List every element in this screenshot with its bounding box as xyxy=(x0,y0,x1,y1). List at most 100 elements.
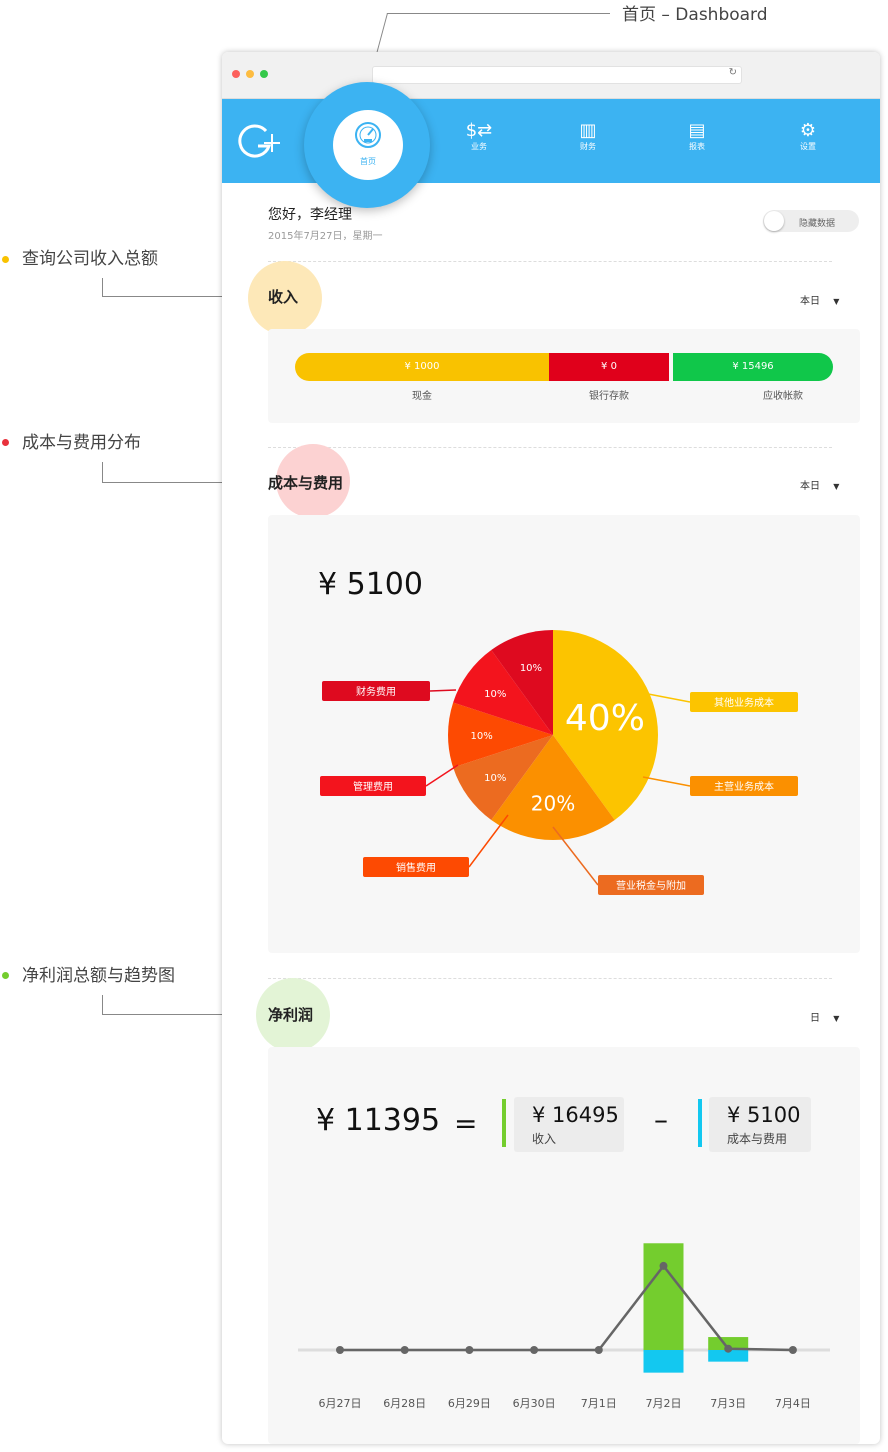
nav-finance-label: 财务 xyxy=(580,142,596,151)
pie-leader-line xyxy=(429,689,457,692)
browser-window: ↻ $⇄ 业务 ▥ 财务 ▤ 报表 ⚙ 设置 首页 您好，李经理 2015年7月… xyxy=(222,52,880,1444)
profit-title: 净利润 xyxy=(268,1006,314,1024)
x-tick-label: 6月27日 xyxy=(319,1397,362,1410)
nav-settings[interactable]: ⚙ 设置 xyxy=(788,121,828,152)
toggle-knob xyxy=(764,211,784,231)
pie-slice-percent: 40% xyxy=(565,698,645,739)
close-window-icon[interactable] xyxy=(232,70,240,78)
x-tick-label: 7月1日 xyxy=(581,1397,617,1410)
titlebar: ↻ xyxy=(222,52,880,99)
pie-callout-label: 营业税金与附加 xyxy=(616,879,686,892)
pie-slice-percent: 10% xyxy=(520,663,542,674)
income-bar: ¥ 1000 ¥ 0 ¥ 15496 xyxy=(295,353,833,381)
hide-data-toggle[interactable]: 隐藏数据 xyxy=(763,210,859,232)
green-dot-icon xyxy=(2,972,9,979)
report-icon: ▤ xyxy=(688,120,706,141)
income-label-receivable: 应收帐款 xyxy=(763,391,803,402)
income-label-bank: 银行存款 xyxy=(589,391,629,402)
nav-home[interactable]: 首页 xyxy=(333,110,403,180)
pie-leader-line xyxy=(425,764,459,787)
nav-business-label: 业务 xyxy=(471,142,487,151)
x-tick-label: 6月29日 xyxy=(448,1397,491,1410)
greeting-date: 2015年7月27日，星期一 xyxy=(268,231,383,242)
maximize-window-icon[interactable] xyxy=(260,70,268,78)
income-seg-bank-value: ¥ 0 xyxy=(601,361,617,372)
income-seg-receivable[interactable]: ¥ 15496 xyxy=(673,353,833,381)
red-dot-icon xyxy=(2,439,9,446)
nav-business[interactable]: $⇄ 业务 xyxy=(459,121,499,152)
nav-settings-label: 设置 xyxy=(800,142,816,151)
net-profit-point xyxy=(465,1346,474,1354)
income-seg-cash[interactable]: ¥ 1000 xyxy=(295,353,549,381)
dashboard-gauge-icon xyxy=(355,122,381,148)
profit-panel: ¥ 11395 = ¥ 16495 收入 – ¥ 5100 成本与费用 6月27… xyxy=(268,1047,860,1444)
business-icon: $⇄ xyxy=(465,120,493,141)
dashboard-annotation-line-2 xyxy=(438,13,610,14)
pie-callout-label: 销售费用 xyxy=(396,861,436,874)
income-period-label: 本日 xyxy=(800,296,820,307)
pie-slice-percent: 10% xyxy=(484,773,506,784)
income-seg-bank[interactable]: ¥ 0 xyxy=(549,353,669,381)
pie-callout-label: 其他业务成本 xyxy=(714,696,774,709)
minimize-window-icon[interactable] xyxy=(246,70,254,78)
pie-leader-line xyxy=(468,814,509,868)
dashboard-annotation: 首页 – Dashboard xyxy=(622,5,768,25)
cost-title: 成本与费用 xyxy=(268,474,344,492)
cost-annotation: 成本与费用分布 xyxy=(22,433,141,453)
chevron-down-icon: ▼ xyxy=(833,1014,840,1023)
x-tick-label: 7月2日 xyxy=(646,1397,682,1410)
gear-icon: ⚙ xyxy=(799,120,817,141)
finance-icon: ▥ xyxy=(579,120,597,141)
net-profit-point xyxy=(724,1344,733,1353)
hide-data-label: 隐藏数据 xyxy=(799,219,836,229)
x-tick-label: 6月30日 xyxy=(513,1397,556,1410)
pie-callout-label: 管理费用 xyxy=(353,780,393,793)
income-period-dropdown[interactable]: 本日 ▼ xyxy=(800,292,839,307)
net-profit-point xyxy=(659,1261,668,1270)
profit-trend-chart: 6月27日 6月28日 6月29日 6月30日 7月1日 7月2日 7月3日 7月4日 xyxy=(298,1243,830,1410)
divider xyxy=(268,261,832,262)
x-tick-label: 7月3日 xyxy=(710,1397,746,1410)
income-seg-receivable-value: ¥ 15496 xyxy=(732,361,774,372)
net-profit-point xyxy=(336,1346,344,1354)
net-profit-point xyxy=(788,1346,797,1354)
income-panel: ¥ 1000 ¥ 0 ¥ 15496 现金 银行存款 应收帐款 xyxy=(268,329,860,423)
greeting-name: 您好，李经理 xyxy=(268,207,352,223)
net-profit-point xyxy=(530,1346,539,1354)
income-bar xyxy=(643,1243,684,1350)
profit-period-dropdown[interactable]: 日 ▼ xyxy=(810,1009,839,1024)
pie-slice-percent: 20% xyxy=(531,791,575,815)
reload-icon[interactable]: ↻ xyxy=(729,67,737,78)
pie-leader-line xyxy=(642,776,691,787)
divider xyxy=(268,447,832,448)
x-tick-label: 7月4日 xyxy=(775,1397,811,1410)
cost-period-dropdown[interactable]: 本日 ▼ xyxy=(800,477,839,492)
logo-icon[interactable] xyxy=(236,121,282,161)
x-tick-label: 6月28日 xyxy=(383,1397,426,1410)
nav-finance[interactable]: ▥ 财务 xyxy=(568,121,608,152)
chevron-down-icon: ▼ xyxy=(833,482,840,491)
address-bar[interactable]: ↻ xyxy=(372,66,742,84)
nav-report[interactable]: ▤ 报表 xyxy=(677,121,717,152)
yellow-dot-icon xyxy=(2,256,9,263)
income-label-cash: 现金 xyxy=(412,391,432,402)
cost-panel: ¥ 5100 40% 其他业务成本 20% 主营业务成本 10% 营业税金与附加 10% 销售… xyxy=(268,515,860,953)
cost-pie-chart: 40% 其他业务成本 20% 主营业务成本 10% 营业税金与附加 10% 销售费用 10% 管理… xyxy=(320,630,798,895)
income-annotation: 查询公司收入总额 xyxy=(22,249,158,269)
pie-callout-label: 主营业务成本 xyxy=(714,780,774,793)
income-seg-cash-value: ¥ 1000 xyxy=(404,361,440,372)
divider xyxy=(268,978,832,979)
cost-period-label: 本日 xyxy=(800,481,820,492)
pie-slice-percent: 10% xyxy=(470,731,492,742)
profit-annotation: 净利润总额与趋势图 xyxy=(22,966,175,986)
pie-slice-percent: 10% xyxy=(484,689,506,700)
chevron-down-icon: ▼ xyxy=(833,297,840,306)
nav-home-label: 首页 xyxy=(360,157,376,166)
cost-bar xyxy=(643,1350,684,1373)
profit-period-label: 日 xyxy=(810,1013,820,1024)
income-title: 收入 xyxy=(268,288,299,306)
net-profit-point xyxy=(594,1346,603,1354)
net-profit-point xyxy=(400,1346,409,1354)
nav-report-label: 报表 xyxy=(689,142,705,151)
pie-callout-label: 财务费用 xyxy=(356,685,396,698)
